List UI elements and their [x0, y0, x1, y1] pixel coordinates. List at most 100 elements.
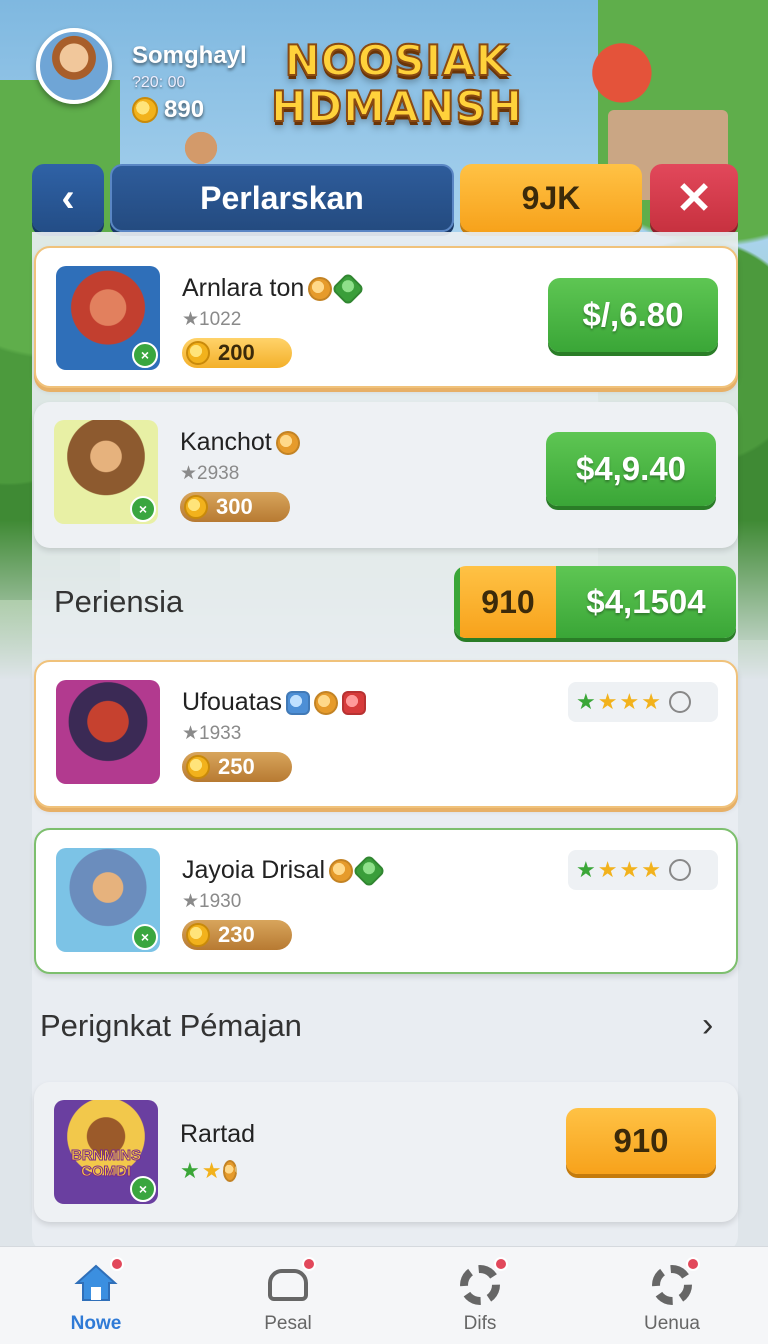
- gear-icon: [458, 1257, 508, 1307]
- red-gem-icon: [342, 690, 367, 715]
- item-thumbnail: ×: [56, 848, 160, 952]
- coin-icon: [186, 755, 210, 779]
- page-title: Perlarskan: [110, 164, 454, 232]
- item-name: Jayoia Drisal: [182, 856, 326, 884]
- empty-star-icon: [668, 691, 691, 713]
- item-coin-cost: 300: [180, 492, 290, 522]
- item-rating: ★1022: [182, 309, 242, 330]
- star-icon: ★: [201, 1158, 222, 1183]
- coin-icon: [186, 923, 210, 947]
- green-gem-icon: [331, 271, 366, 306]
- reward-item-card[interactable]: Ufouatas ★1933 250 ★ ★ ★ ★: [34, 660, 738, 808]
- currency-button[interactable]: 9JK: [460, 164, 642, 232]
- gold-gem-icon: [275, 430, 300, 455]
- item-thumbnail: BRNMINS COMDI ×: [54, 1100, 158, 1204]
- star-icon: ★: [576, 857, 596, 882]
- nav-item-difs[interactable]: Difs: [384, 1247, 576, 1344]
- section-title-ranking: Perignkat Pémajan: [40, 1008, 302, 1043]
- item-rating: ★1933: [182, 723, 242, 744]
- item-thumbnail: ×: [56, 266, 160, 370]
- bundle-coin-value: 910: [454, 566, 556, 638]
- item-name: Rartad: [180, 1120, 256, 1148]
- item-coin-cost: 250: [182, 752, 292, 782]
- notification-dot: [494, 1257, 508, 1271]
- bottom-nav: Nowe Pesal Difs Uenua: [0, 1246, 768, 1344]
- game-logo: NOOSIAK HDMANSH: [270, 36, 523, 131]
- player-id: ?20: 00: [132, 74, 186, 91]
- nav-label: Pesal: [264, 1313, 312, 1334]
- green-gem-icon: [352, 853, 387, 888]
- settings-icon: [650, 1257, 700, 1307]
- bundle-price: $4,1504: [556, 566, 736, 638]
- notification-dot: [686, 1257, 700, 1271]
- back-button[interactable]: ‹: [32, 164, 104, 232]
- close-button[interactable]: ✕: [650, 164, 738, 232]
- item-name-row: Jayoia Drisal: [182, 853, 387, 888]
- star-rating: ★ ★ ★ ★: [568, 682, 718, 722]
- item-name-row: Arnlara ton: [182, 271, 366, 306]
- star-icon: ★: [597, 857, 618, 882]
- item-coin-value: 200: [218, 340, 255, 365]
- dragon-mascot: [585, 36, 667, 118]
- blue-gem-icon: [286, 690, 311, 715]
- coin-icon: [132, 97, 158, 123]
- player-avatar[interactable]: [36, 28, 112, 104]
- nav-item-uenua[interactable]: Uenua: [576, 1247, 768, 1344]
- item-coin-cost: 200: [182, 338, 292, 368]
- gold-gem-icon: [223, 1160, 238, 1182]
- item-coin-value: 230: [218, 922, 255, 947]
- cat-mascot: [176, 126, 226, 166]
- empty-star-icon: [668, 859, 691, 881]
- nav-label: Difs: [463, 1313, 497, 1334]
- star-rating: ★ ★ ★ ★: [568, 850, 718, 890]
- item-coin-value: 250: [218, 754, 255, 779]
- gold-gem-icon: [329, 858, 354, 883]
- plus-badge-icon: ×: [130, 1176, 156, 1202]
- star-icon: ★: [619, 857, 640, 882]
- star-icon: ★: [180, 1158, 200, 1183]
- shop-item-card[interactable]: × Arnlara ton ★1022 200 $/,6.80: [34, 246, 738, 388]
- buy-button[interactable]: $4,9.40: [546, 432, 716, 506]
- plus-badge-icon: ×: [132, 342, 158, 368]
- star-icon: ★: [576, 689, 596, 714]
- item-name: Arnlara ton: [182, 274, 305, 302]
- item-thumbnail: ×: [54, 420, 158, 524]
- car-icon: [266, 1257, 316, 1307]
- player-name: Somghayl: [132, 42, 247, 69]
- section-title-periensia: Periensia: [54, 584, 184, 619]
- gold-gem-icon: [314, 690, 339, 715]
- item-name: Kanchot: [180, 428, 272, 456]
- item-name-row: Kanchot: [180, 428, 300, 457]
- plus-badge-icon: ×: [130, 496, 156, 522]
- gold-gem-icon: [308, 276, 333, 301]
- bundle-button[interactable]: 910 $4,1504: [454, 566, 736, 638]
- coin-icon: [186, 341, 210, 365]
- star-icon: ★: [619, 689, 640, 714]
- player-coin-count: 890: [164, 96, 205, 123]
- coin-icon: [184, 495, 208, 519]
- star-icon: ★: [597, 689, 618, 714]
- home-icon: [74, 1257, 124, 1307]
- item-name-row: Ufouatas: [182, 688, 367, 717]
- notification-dot: [302, 1257, 316, 1271]
- shop-item-card[interactable]: × Kanchot ★2938 300 $4,9.40: [34, 402, 738, 548]
- item-coin-cost: 230: [182, 920, 292, 950]
- item-name: Ufouatas: [182, 688, 283, 716]
- chevron-right-icon[interactable]: ›: [702, 1006, 713, 1045]
- star-icon: ★: [641, 857, 661, 882]
- item-rating: ★1930: [182, 891, 242, 912]
- nav-item-home[interactable]: Nowe: [0, 1247, 192, 1344]
- item-rating: ★2938: [180, 463, 240, 484]
- item-thumbnail: [56, 680, 160, 784]
- ranking-item-card[interactable]: BRNMINS COMDI × Rartad ★ ★ 910: [34, 1082, 738, 1222]
- mini-rating: ★ ★: [180, 1158, 238, 1184]
- player-coins: 890: [132, 96, 204, 124]
- plus-badge-icon: ×: [132, 924, 158, 950]
- star-icon: ★: [641, 689, 661, 714]
- nav-item-pesal[interactable]: Pesal: [192, 1247, 384, 1344]
- ranking-action-button[interactable]: 910: [566, 1108, 716, 1174]
- buy-button[interactable]: $/,6.80: [548, 278, 718, 352]
- notification-dot: [110, 1257, 124, 1271]
- item-coin-value: 300: [216, 494, 253, 519]
- reward-item-card[interactable]: × Jayoia Drisal ★1930 230 ★ ★ ★ ★: [34, 828, 738, 974]
